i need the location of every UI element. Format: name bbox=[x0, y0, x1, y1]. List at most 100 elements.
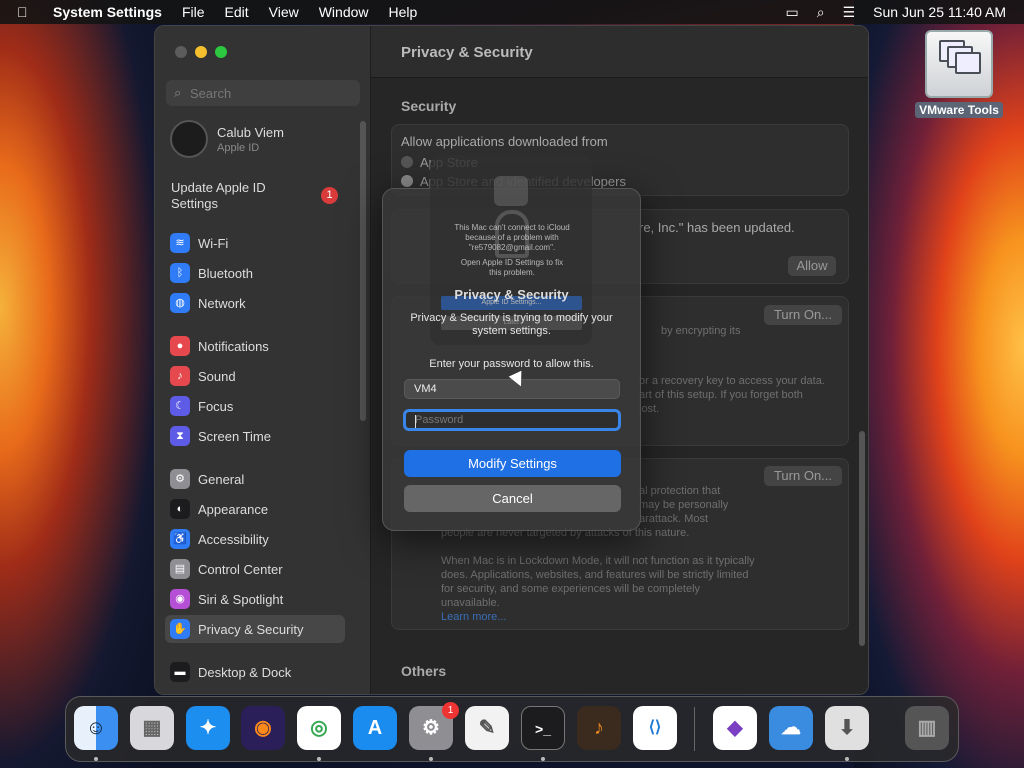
sidebar-item-label: Appearance bbox=[198, 501, 269, 517]
speaker-icon: ♪ bbox=[170, 366, 190, 386]
vmware-tools-label: VMware Tools bbox=[915, 102, 1003, 118]
vscode-icon[interactable]: ⟨⟩ bbox=[633, 706, 677, 750]
finder-icon[interactable]: ☺ bbox=[74, 706, 118, 750]
lockdown-text-2: may be personally bbox=[639, 499, 729, 511]
launchpad-icon[interactable]: ▦ bbox=[130, 706, 174, 750]
password-field[interactable]: Password bbox=[403, 409, 621, 431]
dialog-title: Privacy & Security bbox=[454, 287, 569, 302]
recovery-text-1: or a recovery key to access your data. bbox=[639, 375, 825, 387]
installer-icon[interactable]: ⬇ bbox=[825, 706, 869, 750]
minimize-button[interactable] bbox=[195, 46, 207, 58]
menu-edit[interactable]: Edit bbox=[225, 4, 249, 20]
screen-mirroring-icon[interactable]: ▭ bbox=[786, 4, 799, 21]
sidebar-item-label: Wi-Fi bbox=[198, 235, 229, 251]
sidebar-item-appearance[interactable]: ◐ Appearance bbox=[170, 498, 268, 520]
running-indicator bbox=[541, 757, 545, 761]
close-button[interactable] bbox=[175, 46, 187, 58]
running-indicator bbox=[429, 757, 433, 761]
sidebar-item-label: Privacy & Security bbox=[198, 621, 304, 637]
terminal-icon[interactable]: >_ bbox=[521, 706, 565, 750]
others-heading: Others bbox=[401, 663, 447, 679]
password-placeholder: Password bbox=[415, 414, 464, 426]
dialog-prompt: Enter your password to allow this. bbox=[429, 358, 594, 370]
search-input[interactable]: ⌕ Search bbox=[166, 80, 360, 106]
sidebar-item-label: Siri & Spotlight bbox=[198, 591, 284, 607]
sidebar-item-control-center[interactable]: ▤ Control Center bbox=[170, 558, 283, 580]
sidebar-item-screen-time[interactable]: ⧗ Screen Time bbox=[170, 425, 271, 447]
content-scrollbar[interactable] bbox=[859, 431, 865, 646]
system-settings-badge: 1 bbox=[442, 702, 459, 719]
apple-id-profile[interactable]: Calub Viem Apple ID bbox=[170, 120, 284, 158]
sidebar-item-label: Notifications bbox=[198, 338, 269, 354]
appearance-icon: ◐ bbox=[170, 499, 190, 519]
trash-icon[interactable]: ▥ bbox=[905, 706, 949, 750]
sidebar-item-accessibility[interactable]: ♿ Accessibility bbox=[170, 528, 269, 550]
menu-clock[interactable]: Sun Jun 25 11:40 AM bbox=[873, 4, 1006, 20]
firefox-icon[interactable]: ◉ bbox=[241, 706, 285, 750]
spotlight-search-icon[interactable]: ⌕ bbox=[817, 4, 825, 21]
menu-help[interactable]: Help bbox=[389, 4, 418, 20]
sidebar-item-label: Sound bbox=[198, 368, 236, 384]
sidebar: ⌕ Search Calub Viem Apple ID Update Appl… bbox=[155, 26, 371, 694]
hand-icon: ✋ bbox=[170, 619, 190, 639]
text-caret bbox=[415, 415, 416, 428]
sidebar-item-general[interactable]: ⚙ General bbox=[170, 468, 244, 490]
bluetooth-icon: ᛒ bbox=[170, 263, 190, 283]
allow-from-label: Allow applications downloaded from bbox=[401, 134, 608, 149]
siri-icon: ◉ bbox=[170, 589, 190, 609]
lockdown-description: When Mac is in Lockdown Mode, it will no… bbox=[441, 555, 755, 609]
updated-message: re, Inc." has been updated. bbox=[639, 220, 795, 235]
learn-more-link[interactable]: Learn more... bbox=[441, 610, 506, 624]
control-center-toggle-icon: ▤ bbox=[170, 559, 190, 579]
weather-icon[interactable]: ☁ bbox=[769, 706, 813, 750]
running-indicator bbox=[94, 757, 98, 761]
running-indicator bbox=[317, 757, 321, 761]
cancel-button[interactable]: Cancel bbox=[404, 485, 621, 512]
sidebar-item-sound[interactable]: ♪ Sound bbox=[170, 365, 236, 387]
safari-icon[interactable]: ✦ bbox=[186, 706, 230, 750]
search-placeholder: Search bbox=[190, 86, 232, 101]
sidebar-item-label: Screen Time bbox=[198, 428, 271, 444]
menu-view[interactable]: View bbox=[269, 4, 299, 20]
sidebar-item-label: Network bbox=[198, 295, 246, 311]
accessibility-icon: ♿ bbox=[170, 529, 190, 549]
garageband-icon[interactable]: ♪ bbox=[577, 706, 621, 750]
menu-file[interactable]: File bbox=[182, 4, 205, 20]
menu-app-name[interactable]: System Settings bbox=[53, 4, 162, 20]
apple-menu-icon[interactable]:  bbox=[17, 4, 39, 20]
allow-button[interactable]: Allow bbox=[788, 256, 836, 276]
hourglass-icon: ⧗ bbox=[170, 426, 190, 446]
zoom-button[interactable] bbox=[215, 46, 227, 58]
moon-icon: ☾ bbox=[170, 396, 190, 416]
lockdown-text-3: arattack. Most bbox=[639, 513, 709, 525]
lockdown-turn-on-button[interactable]: Turn On... bbox=[764, 466, 842, 486]
sidebar-item-notifications[interactable]: ● Notifications bbox=[170, 335, 269, 357]
sidebar-item-bluetooth[interactable]: ᛒ Bluetooth bbox=[170, 262, 253, 284]
vmware-tools-desktop-icon[interactable]: VMware Tools bbox=[913, 30, 1005, 119]
sidebar-item-privacy-security[interactable]: ✋ Privacy & Security bbox=[170, 618, 303, 640]
dialog-message: Privacy & Security is trying to modify y… bbox=[410, 312, 613, 337]
visual-studio-icon[interactable]: ◆ bbox=[713, 706, 757, 750]
dock-icon: ▬ bbox=[170, 662, 190, 682]
update-apple-id-item[interactable]: Update Apple ID Settings bbox=[171, 180, 301, 212]
sidebar-item-siri-spotlight[interactable]: ◉ Siri & Spotlight bbox=[170, 588, 283, 610]
sidebar-item-desktop-dock[interactable]: ▬ Desktop & Dock bbox=[170, 661, 291, 683]
sidebar-scrollbar[interactable] bbox=[360, 121, 366, 421]
filevault-turn-on-button[interactable]: Turn On... bbox=[764, 305, 842, 325]
sidebar-item-network[interactable]: ◍ Network bbox=[170, 292, 246, 314]
chrome-icon[interactable]: ◎ bbox=[297, 706, 341, 750]
sidebar-item-focus[interactable]: ☾ Focus bbox=[170, 395, 233, 417]
sidebar-item-wifi[interactable]: ≋ Wi-Fi bbox=[170, 232, 228, 254]
app-store-icon[interactable]: A bbox=[353, 706, 397, 750]
recovery-text-3: lost. bbox=[639, 403, 660, 415]
running-indicator bbox=[845, 757, 849, 761]
update-badge: 1 bbox=[321, 187, 338, 204]
wifi-icon: ≋ bbox=[170, 233, 190, 253]
modify-settings-button[interactable]: Modify Settings bbox=[404, 450, 621, 477]
sidebar-item-label: Control Center bbox=[198, 561, 283, 577]
textedit-icon[interactable]: ✎ bbox=[465, 706, 509, 750]
window-controls bbox=[175, 46, 227, 58]
profile-subtitle: Apple ID bbox=[217, 141, 260, 154]
control-center-icon[interactable]: ☰ bbox=[843, 4, 856, 21]
menu-window[interactable]: Window bbox=[319, 4, 369, 20]
